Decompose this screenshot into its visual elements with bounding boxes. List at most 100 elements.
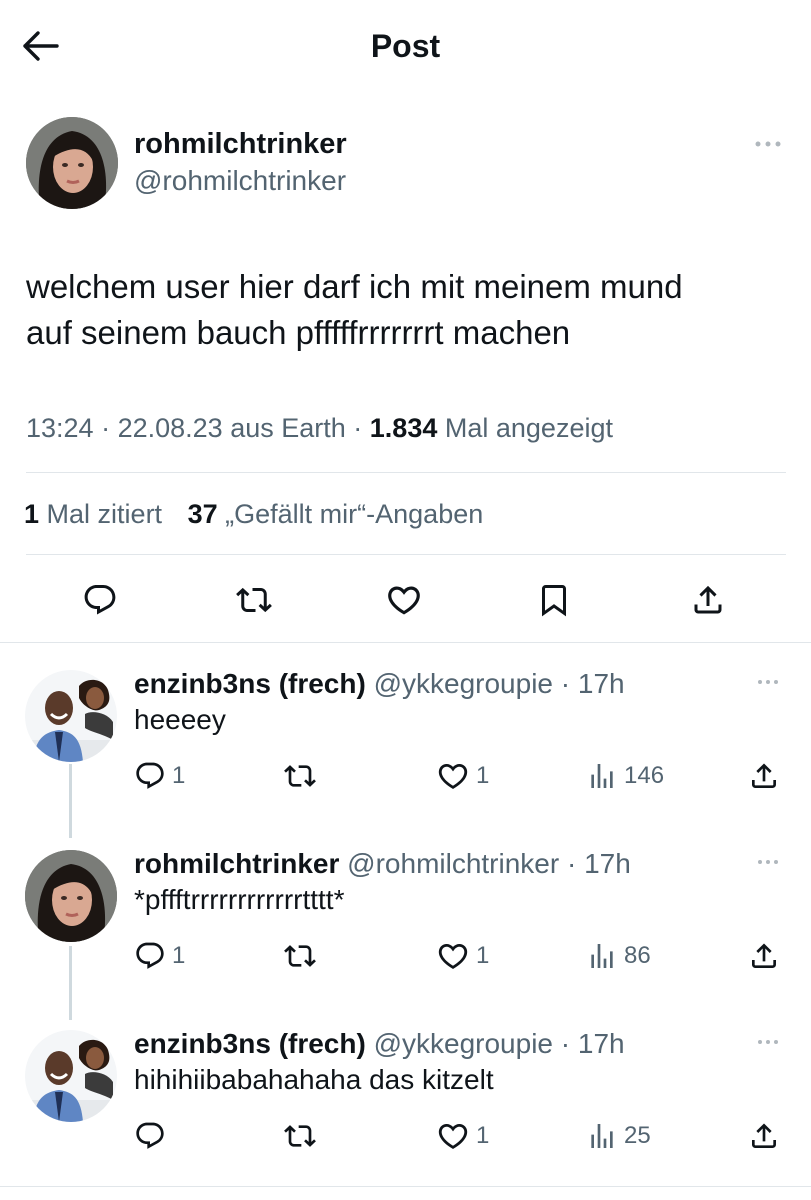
reply-count: 1 (172, 762, 186, 789)
share-icon (748, 760, 780, 792)
reply-avatar[interactable] (25, 1030, 117, 1122)
like-icon (436, 939, 470, 973)
repost-icon (284, 760, 316, 792)
repost-button[interactable] (284, 758, 316, 794)
reply-handle[interactable]: @ykkegroupie (374, 1028, 553, 1059)
reply-more-button[interactable] (750, 1030, 786, 1054)
views-count: 1.834 (369, 413, 438, 443)
reply-header: enzinb3ns (frech) @ykkegroupie · 17h (134, 666, 625, 702)
share-button[interactable] (748, 1118, 780, 1154)
quotes-link[interactable]: 1 Mal zitiert (24, 499, 162, 529)
reply-time[interactable]: · 17h (561, 668, 625, 699)
author-avatar[interactable] (26, 117, 118, 209)
engagement-stats: 1 Mal zitiert 37 „Gefällt mir“-Angaben (24, 496, 483, 532)
reply-icon (134, 760, 166, 792)
like-button[interactable] (378, 578, 430, 622)
like-icon (385, 581, 423, 619)
reply-button[interactable] (74, 578, 126, 622)
views-button[interactable]: 25 (586, 1118, 651, 1154)
like-count: 1 (476, 1122, 490, 1149)
reply-avatar[interactable] (25, 670, 117, 762)
reply-text: heeeey (134, 704, 226, 735)
reply-text: *pffftrrrrrrrrrrrrtttt* (134, 884, 345, 915)
reply-display-name[interactable]: enzinb3ns (frech) (134, 668, 366, 699)
bookmark-button[interactable] (528, 578, 580, 622)
views-icon (586, 760, 618, 792)
more-dots-icon (756, 1038, 780, 1046)
repost-icon (284, 1120, 316, 1152)
bookmark-icon (536, 582, 572, 618)
more-options-button[interactable] (748, 130, 788, 158)
repost-button[interactable] (284, 938, 316, 974)
views-button[interactable]: 146 (586, 758, 664, 794)
repost-icon (236, 582, 272, 618)
divider (0, 642, 811, 643)
repost-button[interactable] (228, 578, 280, 622)
reply-count: 1 (172, 942, 186, 969)
share-button[interactable] (748, 938, 780, 974)
repost-button[interactable] (284, 1118, 316, 1154)
like-icon (436, 759, 470, 793)
share-icon (748, 940, 780, 972)
share-button[interactable] (682, 578, 734, 622)
author-display-name[interactable]: rohmilchtrinker (134, 126, 347, 162)
reply-time[interactable]: · 17h (561, 1028, 625, 1059)
reply-avatar[interactable] (25, 850, 117, 942)
reply-handle[interactable]: @ykkegroupie (374, 668, 553, 699)
view-count: 146 (624, 762, 665, 789)
reply-text: hihihiibabahahaha das kitzelt (134, 1064, 494, 1095)
reply-actions: 1 1 86 (134, 938, 794, 974)
post-date[interactable]: 22.08.23 (118, 413, 223, 443)
reply-header: enzinb3ns (frech) @ykkegroupie · 17h (134, 1026, 625, 1062)
reply-button[interactable]: 1 (134, 938, 185, 974)
reply-display-name[interactable]: rohmilchtrinker (134, 848, 339, 879)
repost-icon (284, 940, 316, 972)
reply-header: rohmilchtrinker @rohmilchtrinker · 17h (134, 846, 631, 882)
divider (26, 554, 786, 555)
share-button[interactable] (748, 758, 780, 794)
like-button[interactable]: 1 (436, 938, 489, 974)
post-time[interactable]: 13:24 (26, 413, 94, 443)
views-button[interactable]: 86 (586, 938, 651, 974)
reply-button[interactable]: 1 (134, 758, 185, 794)
reply-more-button[interactable] (750, 850, 786, 874)
post-meta: 13:24 · 22.08.23 aus Earth · 1.834 Mal a… (26, 413, 613, 443)
views-icon (586, 940, 618, 972)
likes-count: 37 (187, 499, 218, 529)
like-count: 1 (476, 762, 490, 789)
likes-link[interactable]: 37 „Gefällt mir“-Angaben (188, 499, 484, 529)
reply-icon (82, 582, 118, 618)
divider (0, 1186, 811, 1187)
post-text-line: welchem user hier darf ich mit meinem mu… (26, 268, 683, 305)
post-source: aus Earth (230, 413, 346, 443)
reply-actions: 1 25 (134, 1118, 794, 1154)
reply-icon (134, 940, 166, 972)
page-title: Post (370, 28, 441, 64)
thread-line (69, 764, 72, 838)
post-text: welchem user hier darf ich mit meinem mu… (26, 264, 786, 356)
reply-display-name[interactable]: enzinb3ns (frech) (134, 1028, 366, 1059)
author-handle[interactable]: @rohmilchtrinker (134, 164, 346, 198)
share-icon (748, 1120, 780, 1152)
reply-more-button[interactable] (750, 670, 786, 694)
like-count: 1 (476, 942, 490, 969)
reply-actions: 1 1 146 (134, 758, 794, 794)
quotes-label: Mal zitiert (46, 499, 163, 529)
reply-time[interactable]: · 17h (567, 848, 631, 879)
reply-icon (134, 1120, 166, 1152)
more-dots-icon (756, 858, 780, 866)
quotes-count: 1 (24, 499, 40, 529)
view-count: 86 (624, 942, 651, 969)
view-count: 25 (624, 1122, 651, 1149)
views-label: Mal angezeigt (444, 413, 613, 443)
like-icon (436, 1119, 470, 1153)
divider (26, 472, 786, 473)
like-button[interactable]: 1 (436, 1118, 489, 1154)
more-dots-icon (756, 678, 780, 686)
reply-button[interactable] (134, 1118, 172, 1154)
views-icon (586, 1120, 618, 1152)
share-icon (690, 582, 726, 618)
more-dots-icon (753, 139, 783, 149)
reply-handle[interactable]: @rohmilchtrinker (347, 848, 559, 879)
like-button[interactable]: 1 (436, 758, 489, 794)
